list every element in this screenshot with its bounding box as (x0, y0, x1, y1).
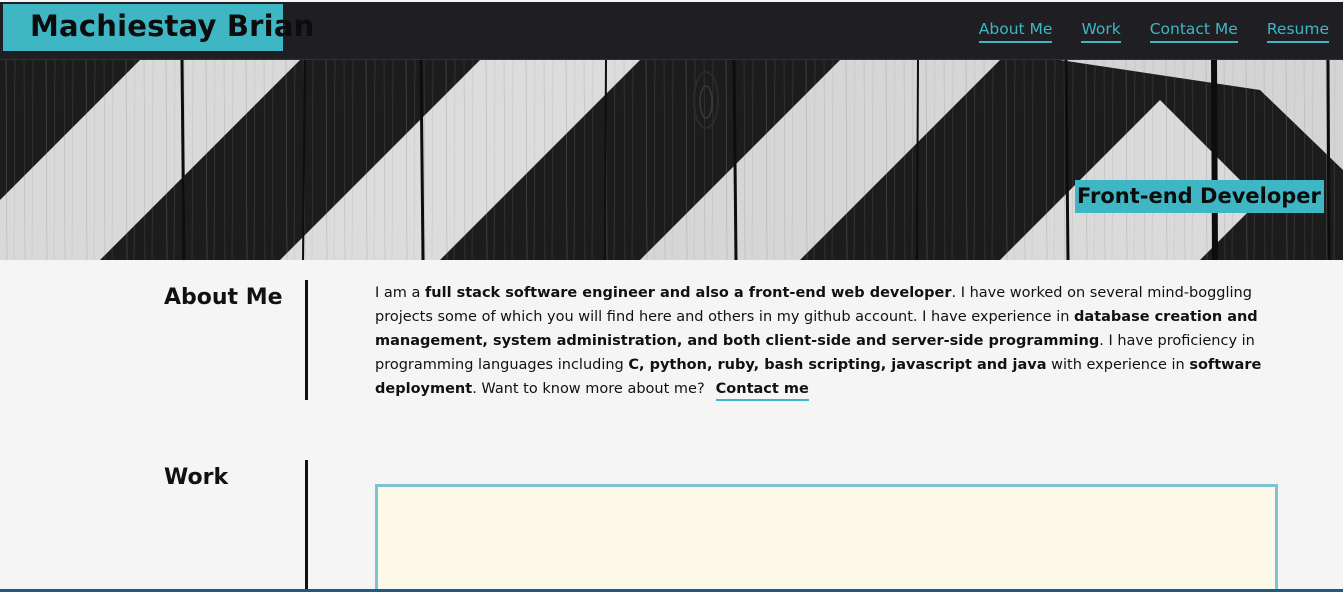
about-bold-3: C, python, ruby, bash scripting, javascr… (628, 357, 1047, 373)
nav-link-work[interactable]: Work (1081, 20, 1121, 43)
brand-logo[interactable]: Machiestay Brian (3, 4, 314, 51)
nav-link-about-me[interactable]: About Me (978, 20, 1053, 43)
nav-link-contact-me[interactable]: Contact Me (1149, 20, 1238, 43)
about-text-4: with experience in (1046, 357, 1190, 373)
about-divider (305, 280, 308, 400)
nav-menu: About Me Work Contact Me Resume (950, 20, 1329, 43)
navbar: Machiestay Brian About Me Work Contact M… (0, 2, 1343, 60)
about-bold-1: full stack software engineer and also a … (425, 285, 952, 301)
work-project-card[interactable] (375, 484, 1278, 592)
hero-background-image (0, 60, 1343, 260)
about-me-paragraph: I am a full stack software engineer and … (375, 281, 1275, 401)
work-heading: Work (164, 465, 229, 490)
hero-banner: Front-end Developer (0, 60, 1343, 260)
brand-name[interactable]: Machiestay Brian (30, 9, 314, 43)
hero-tagline: Front-end Developer (1075, 180, 1324, 213)
about-text-5: . Want to know more about me? (472, 381, 705, 397)
contact-me-link[interactable]: Contact me (715, 379, 809, 401)
nav-link-resume[interactable]: Resume (1266, 20, 1329, 43)
about-me-heading: About Me (164, 285, 283, 310)
about-text-1: I am a (375, 285, 425, 301)
work-divider (305, 460, 308, 592)
